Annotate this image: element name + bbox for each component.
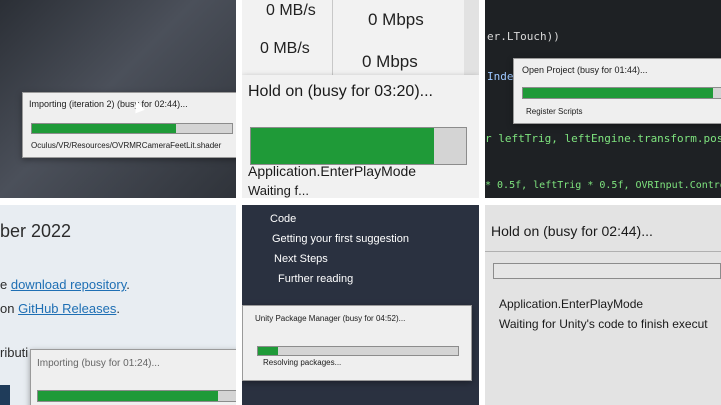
tile-package-manager: Code Getting your first suggestion Next …: [242, 205, 479, 405]
progress-dialog: Importing (busy for 01:24)...: [30, 349, 236, 405]
menu-item-code[interactable]: Code: [270, 213, 296, 225]
line-prefix: on: [0, 301, 19, 316]
download-repository-link[interactable]: download repository: [11, 277, 126, 292]
line-suffix: .: [116, 301, 120, 316]
stat-mbs-2: 0 MB/s: [260, 40, 310, 57]
progress-dialog: Hold on (busy for 03:20)... Application.…: [242, 75, 479, 198]
page-heading: ber 2022: [0, 221, 72, 241]
progress-fill: [32, 124, 176, 133]
dialog-detail: Waiting for Unity's code to finish execu…: [499, 317, 708, 331]
progress-fill: [258, 347, 278, 355]
page-line-github: on GitHub Releases.: [0, 301, 120, 316]
dialog-status: Resolving packages...: [263, 358, 342, 367]
progress-dialog: Importing (iteration 2) (busy for 02:44)…: [22, 92, 236, 158]
github-releases-link[interactable]: GitHub Releases: [18, 301, 116, 316]
menu-item-further-reading[interactable]: Further reading: [278, 273, 353, 285]
menu-item-next-steps[interactable]: Next Steps: [274, 253, 328, 265]
code-line-2: * 0.5f, leftTrig * 0.5f, OVRInput.Contro…: [485, 180, 721, 191]
line-prefix: e: [0, 277, 11, 292]
stat-mbs-1: 0 MB/s: [266, 2, 316, 19]
stat-mbps-2: 0 Mbps: [362, 52, 418, 71]
code-line-1: r leftTrig, leftEngine.transform.positi: [485, 132, 721, 145]
dialog-status: Oculus/VR/Resources/OVRMRCameraFeetLit.s…: [31, 141, 222, 150]
progress-bar: [250, 127, 467, 165]
progress-fill: [251, 128, 434, 164]
dialog-title: Open Project (busy for 01:44)...: [522, 65, 648, 75]
dialog-title: Importing (iteration 2) (busy for 02:44)…: [29, 99, 188, 109]
side-icon: [0, 385, 10, 405]
dialog-title: Unity Package Manager (busy for 04:52)..…: [255, 314, 406, 323]
page-line-partial: ributi: [0, 345, 29, 360]
code-line-top: er.LTouch)): [487, 30, 560, 43]
dialog-title: Importing (busy for 01:24)...: [37, 358, 160, 369]
tile-importing-iteration: Importing (iteration 2) (busy for 02:44)…: [0, 0, 236, 198]
dialog-divider: [485, 251, 721, 252]
dialog-status: Register Scripts: [526, 107, 583, 116]
progress-fill: [523, 88, 713, 98]
tile-hold-on-1: 0 MB/s 0 Mbps 0 MB/s 0 Mbps Hold on (bus…: [242, 0, 479, 198]
tile-importing-webpage: ber 2022 e download repository. on GitHu…: [0, 205, 236, 405]
dialog-title: Hold on (busy for 02:44)...: [491, 223, 653, 239]
progress-bar: [37, 390, 236, 402]
dialog-title: Hold on (busy for 03:20)...: [248, 83, 433, 100]
progress-bar: [257, 346, 459, 356]
menu-item-first-suggestion[interactable]: Getting your first suggestion: [272, 233, 409, 245]
dialog-detail: Waiting f...: [248, 183, 309, 198]
tile-open-project: er.LTouch)) Index Open Project (busy for…: [485, 0, 721, 198]
progress-dialog: Open Project (busy for 01:44)... Registe…: [513, 58, 721, 124]
progress-bar: [522, 87, 721, 99]
progress-bar: [31, 123, 233, 134]
dialog-status: Application.EnterPlayMode: [499, 297, 644, 311]
line-suffix: .: [126, 277, 130, 292]
stat-mbps-1: 0 Mbps: [368, 10, 424, 29]
tile-hold-on-2: Hold on (busy for 02:44)... Application.…: [485, 205, 721, 405]
progress-dialog: Unity Package Manager (busy for 04:52)..…: [242, 305, 472, 381]
progress-bar: [493, 263, 721, 279]
dialog-status: Application.EnterPlayMode: [248, 163, 417, 179]
page-line-download: e download repository.: [0, 277, 130, 292]
progress-fill: [38, 391, 218, 401]
